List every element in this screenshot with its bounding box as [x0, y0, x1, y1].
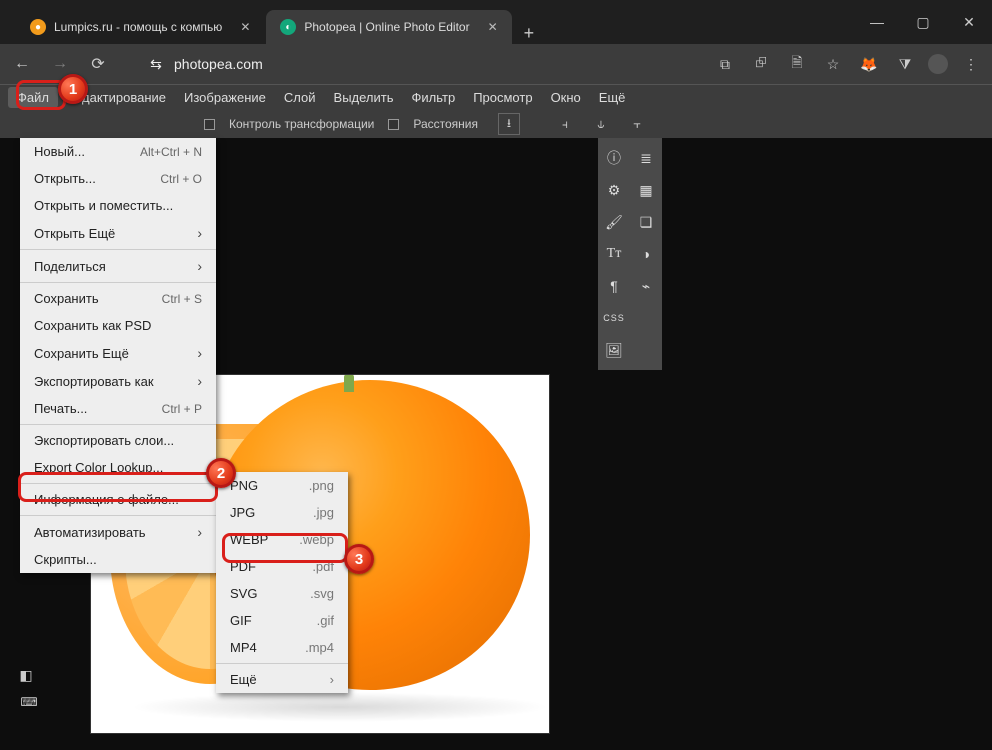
menu-image[interactable]: Изображение — [175, 87, 275, 108]
transform-controls-label: Контроль трансформации — [229, 117, 374, 131]
panel-css-icon[interactable]: CSS — [598, 302, 630, 334]
url-text: photopea.com — [174, 56, 263, 72]
window-minimize-button[interactable]: — — [854, 0, 900, 44]
window-controls: — ▢ ✕ — [854, 0, 992, 44]
menu-window[interactable]: Окно — [542, 87, 590, 108]
menu-item-share[interactable]: Поделиться — [20, 252, 216, 280]
file-dropdown: Новый...Alt+Ctrl + N Открыть...Ctrl + O … — [20, 138, 216, 573]
menu-item-export-layers[interactable]: Экспортировать слои... — [20, 427, 216, 454]
menu-item-file-info[interactable]: Информация о файле... — [20, 486, 216, 513]
submenu-item-gif[interactable]: GIF.gif — [216, 607, 348, 634]
panel-adjustments-icon[interactable]: ⚙ — [598, 174, 630, 206]
address-bar: ← → ⟳ ⇆ photopea.com ⧉ ⮺ 🗎 ☆ 🦊 ⧩ ⋮ — [0, 44, 992, 84]
menu-more[interactable]: Ещё — [590, 87, 635, 108]
url-field[interactable]: ⇆ photopea.com — [148, 56, 263, 72]
menu-file[interactable]: Файл — [8, 87, 58, 108]
options-bar: Контроль трансформации Расстояния ⭳ ⫞ ⫝ … — [0, 110, 992, 138]
menu-item-export-lut[interactable]: Export Color Lookup... — [20, 454, 216, 481]
menu-item-save[interactable]: СохранитьCtrl + S — [20, 285, 216, 312]
menu-filter[interactable]: Фильтр — [403, 87, 465, 108]
panel-color-icon[interactable]: ◑ — [630, 238, 662, 270]
left-toolbar: ◧ ⌨ — [0, 664, 46, 712]
menu-item-export-as[interactable]: Экспортировать как — [20, 367, 216, 395]
align-right-icon[interactable]: ⫟ — [626, 117, 648, 132]
new-tab-button[interactable]: + — [514, 23, 545, 44]
favicon-photopea-icon: ◐ — [280, 19, 296, 35]
panel-layers-icon[interactable]: ❏ — [630, 206, 662, 238]
tab-close-icon[interactable]: ✕ — [488, 20, 498, 34]
tab-title: Photopea | Online Photo Editor — [304, 20, 469, 34]
profile-avatar[interactable] — [928, 54, 948, 74]
callout-marker-1: 1 — [58, 74, 88, 104]
callout-marker-2: 2 — [206, 458, 236, 488]
extensions-icon[interactable]: ⧩ — [892, 56, 918, 73]
metamask-icon[interactable]: 🦊 — [856, 56, 882, 73]
window-maximize-button[interactable]: ▢ — [900, 0, 946, 44]
submenu-item-pdf[interactable]: PDF.pdf — [216, 553, 348, 580]
menu-item-open-more[interactable]: Открыть Ещё — [20, 219, 216, 247]
submenu-item-svg[interactable]: SVG.svg — [216, 580, 348, 607]
browser-tab-active[interactable]: ◐ Photopea | Online Photo Editor ✕ — [266, 10, 511, 44]
submenu-item-mp4[interactable]: MP4.mp4 — [216, 634, 348, 661]
panel-history-icon[interactable]: ≣ — [630, 142, 662, 174]
browser-tabs: ● Lumpics.ru - помощь с компью ✕ ◐ Photo… — [0, 0, 544, 44]
tab-close-icon[interactable]: ✕ — [240, 20, 250, 34]
nav-back-button[interactable]: ← — [8, 55, 36, 73]
menu-item-open-place[interactable]: Открыть и поместить... — [20, 192, 216, 219]
distances-label: Расстояния — [413, 117, 478, 131]
menu-item-print[interactable]: Печать...Ctrl + P — [20, 395, 216, 422]
menu-item-save-more[interactable]: Сохранить Ещё — [20, 339, 216, 367]
submenu-item-jpg[interactable]: JPG.jpg — [216, 499, 348, 526]
panel-info-icon[interactable]: ⓘ — [598, 142, 630, 174]
install-app-icon[interactable]: ⧉ — [712, 56, 738, 73]
nav-forward-button[interactable]: → — [46, 55, 74, 73]
menu-select[interactable]: Выделить — [325, 87, 403, 108]
photopea-app: Файл Редактирование Изображение Слой Выд… — [0, 84, 992, 750]
panel-swatches-icon[interactable]: ▦ — [630, 174, 662, 206]
window-close-button[interactable]: ✕ — [946, 0, 992, 44]
browser-tab-inactive[interactable]: ● Lumpics.ru - помощь с компью ✕ — [16, 10, 264, 44]
site-settings-icon[interactable]: ⇆ — [148, 56, 164, 72]
submenu-item-png[interactable]: PNG.png — [216, 472, 348, 499]
menu-item-new[interactable]: Новый...Alt+Ctrl + N — [20, 138, 216, 165]
nav-reload-button[interactable]: ⟳ — [84, 54, 112, 74]
window-titlebar: ● Lumpics.ru - помощь с компью ✕ ◐ Photo… — [0, 0, 992, 44]
callout-marker-3: 3 — [344, 544, 374, 574]
app-menubar: Файл Редактирование Изображение Слой Выд… — [0, 84, 992, 110]
translate-icon[interactable]: ⮺ — [748, 52, 774, 76]
menu-item-save-psd[interactable]: Сохранить как PSD — [20, 312, 216, 339]
right-panels: ⓘ≣ ⚙▦ 🖌❏ Tт◑ ¶⌁ CSS 🖼 — [598, 138, 662, 370]
menu-view[interactable]: Просмотр — [464, 87, 541, 108]
panel-brush-icon[interactable]: 🖌 — [598, 206, 630, 238]
favicon-lumpics-icon: ● — [30, 19, 46, 35]
bookmark-star-icon[interactable]: ☆ — [820, 56, 846, 73]
tab-title: Lumpics.ru - помощь с компью — [54, 20, 222, 34]
panel-preview-icon[interactable]: 🖼 — [598, 334, 630, 366]
image-shadow — [130, 692, 550, 722]
align-left-icon[interactable]: ⫞ — [554, 117, 576, 132]
menu-item-scripts[interactable]: Скрипты... — [20, 546, 216, 573]
panel-paths-icon[interactable]: ⌁ — [630, 270, 662, 302]
transform-controls-checkbox[interactable] — [204, 119, 215, 130]
distances-checkbox[interactable] — [388, 119, 399, 130]
align-center-icon[interactable]: ⫝ — [590, 117, 612, 132]
menu-item-automate[interactable]: Автоматизировать — [20, 518, 216, 546]
submenu-item-more[interactable]: Ещё› — [216, 666, 348, 693]
browser-menu-icon[interactable]: ⋮ — [958, 56, 984, 73]
export-as-submenu: PNG.png JPG.jpg WEBP.webp PDF.pdf SVG.sv… — [216, 472, 348, 693]
reader-icon[interactable]: 🗎 — [784, 52, 810, 76]
panel-paragraph-icon[interactable]: ¶ — [598, 270, 630, 302]
menu-item-open[interactable]: Открыть...Ctrl + O — [20, 165, 216, 192]
download-button[interactable]: ⭳ — [498, 113, 520, 135]
keyboard-icon[interactable]: ⌨ — [12, 692, 46, 712]
submenu-item-webp[interactable]: WEBP.webp — [216, 526, 348, 553]
color-swatch-icon[interactable]: ◧ — [12, 664, 40, 686]
menu-layer[interactable]: Слой — [275, 87, 325, 108]
panel-character-icon[interactable]: Tт — [598, 238, 630, 270]
